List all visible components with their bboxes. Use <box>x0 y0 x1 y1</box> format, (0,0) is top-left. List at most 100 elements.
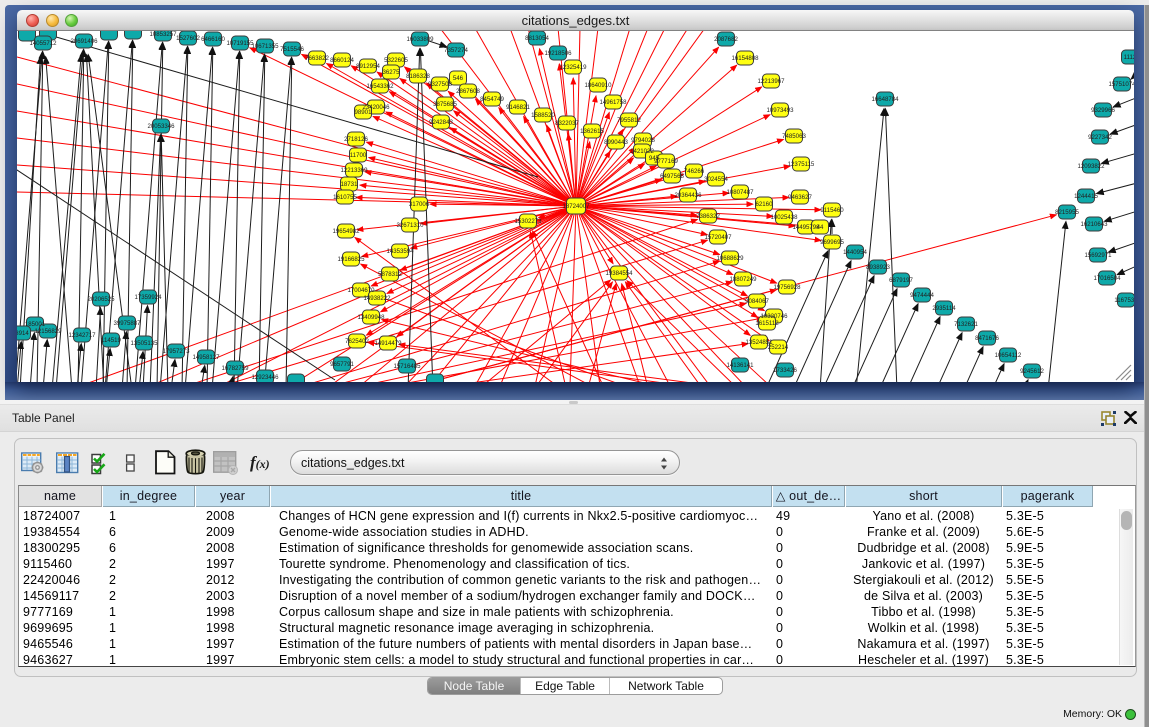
svg-text:1167535: 1167535 <box>1114 297 1134 304</box>
svg-text:9115460: 9115460 <box>820 207 844 214</box>
svg-text:62160: 62160 <box>756 201 774 208</box>
svg-text:12923446: 12923446 <box>251 374 279 381</box>
svg-text:252214: 252214 <box>768 344 789 351</box>
svg-text:8454749: 8454749 <box>480 96 504 103</box>
svg-text:12213967: 12213967 <box>757 78 785 85</box>
svg-text:12093822: 12093822 <box>1077 163 1105 170</box>
svg-text:114519: 114519 <box>101 337 121 344</box>
svg-text:36275: 36275 <box>383 69 401 76</box>
svg-text:20691406: 20691406 <box>70 38 98 45</box>
svg-text:1112: 1112 <box>1124 54 1134 61</box>
svg-text:12325419: 12325419 <box>559 64 587 71</box>
svg-text:10320746: 10320746 <box>760 313 788 320</box>
svg-text:7625402: 7625402 <box>345 338 369 345</box>
svg-text:17359924: 17359924 <box>134 294 162 301</box>
svg-text:10025438: 10025438 <box>770 214 798 221</box>
svg-text:9474444: 9474444 <box>910 292 934 299</box>
svg-text:20206525: 20206525 <box>87 296 115 303</box>
svg-text:185001: 185001 <box>25 321 46 328</box>
svg-text:546: 546 <box>453 75 464 82</box>
svg-text:10654112: 10654112 <box>995 352 1022 359</box>
svg-text:7357274: 7357274 <box>444 47 468 54</box>
svg-text:2935114: 2935114 <box>932 305 956 312</box>
svg-text:8660124: 8660124 <box>330 57 354 64</box>
svg-text:32671310: 32671310 <box>396 222 424 229</box>
svg-text:12213369: 12213369 <box>340 167 368 174</box>
svg-text:16154808: 16154808 <box>731 55 759 62</box>
svg-text:16543362: 16543362 <box>366 83 394 90</box>
svg-text:12342717: 12342717 <box>68 332 96 339</box>
svg-text:2718126: 2718126 <box>344 136 368 143</box>
svg-text:20364436: 20364436 <box>674 192 702 199</box>
svg-text:8215955: 8215955 <box>1055 209 1079 216</box>
svg-text:3914: 3914 <box>17 330 29 337</box>
svg-text:8813054: 8813054 <box>525 35 549 42</box>
svg-text:7663822: 7663822 <box>305 55 329 62</box>
svg-text:15302273: 15302273 <box>514 218 542 225</box>
svg-text:10671355: 10671355 <box>251 43 279 50</box>
svg-text:8912954: 8912954 <box>356 63 380 70</box>
svg-text:20053346: 20053346 <box>147 123 175 130</box>
svg-text:10807487: 10807487 <box>726 189 754 196</box>
svg-text:98901: 98901 <box>355 109 373 116</box>
svg-text:1615112: 1615112 <box>755 320 779 327</box>
svg-text:19756928: 19756928 <box>773 284 801 291</box>
svg-text:9227342: 9227342 <box>1088 134 1112 141</box>
svg-text:9777169: 9777169 <box>654 158 678 165</box>
svg-text:12375115: 12375115 <box>788 161 815 168</box>
svg-text:7386322: 7386322 <box>696 213 720 220</box>
svg-text:1362615: 1362615 <box>580 128 604 135</box>
svg-text:18724007: 18724007 <box>562 203 590 210</box>
svg-text:17016504: 17016504 <box>1093 275 1121 282</box>
svg-text:17957273: 17957273 <box>162 348 190 355</box>
svg-text:19218506: 19218506 <box>544 50 572 57</box>
svg-text:14958127: 14958127 <box>192 354 220 361</box>
svg-text:15692971: 15692971 <box>1084 252 1112 259</box>
svg-text:9657791: 9657791 <box>330 361 354 368</box>
svg-text:5322605: 5322605 <box>384 57 408 64</box>
svg-text:16782759: 16782759 <box>221 365 249 372</box>
svg-text:2087682: 2087682 <box>714 36 738 43</box>
svg-text:3875685: 3875685 <box>433 101 457 108</box>
svg-text:14938222: 14938222 <box>363 295 391 302</box>
svg-text:9146821: 9146821 <box>506 104 530 111</box>
svg-text:1733426: 1733426 <box>773 367 797 374</box>
svg-text:2867608: 2867608 <box>456 88 480 95</box>
svg-text:1244415: 1244415 <box>1074 193 1098 200</box>
svg-text:12156829: 12156829 <box>34 328 62 335</box>
svg-text:13505135: 13505135 <box>130 340 158 347</box>
svg-text:8471676: 8471676 <box>975 335 999 342</box>
svg-text:9699695: 9699695 <box>820 239 844 246</box>
svg-text:19654982: 19654982 <box>332 228 360 235</box>
svg-text:5878312: 5878312 <box>378 271 402 278</box>
svg-text:18807249: 18807249 <box>729 276 757 283</box>
svg-text:19166825: 19166825 <box>337 256 365 263</box>
svg-text:6497568: 6497568 <box>660 173 684 180</box>
svg-text:17004670: 17004670 <box>347 287 375 294</box>
svg-text:11700: 11700 <box>350 152 367 159</box>
svg-text:14961758: 14961758 <box>599 99 627 106</box>
svg-text:10853257: 10853257 <box>149 31 177 38</box>
svg-text:16648784: 16648784 <box>871 96 899 103</box>
svg-text:16033809: 16033809 <box>406 36 434 43</box>
svg-text:6879197: 6879197 <box>889 277 913 284</box>
svg-text:19384554: 19384554 <box>605 270 633 277</box>
svg-text:7955812: 7955812 <box>617 117 641 124</box>
svg-text:746266: 746266 <box>684 168 705 175</box>
svg-text:1527602: 1527602 <box>176 35 200 42</box>
svg-text:18731: 18731 <box>341 181 359 188</box>
svg-text:3024554: 3024554 <box>704 176 728 183</box>
svg-text:8322037: 8322037 <box>555 120 579 127</box>
svg-text:10688629: 10688629 <box>716 255 744 262</box>
svg-text:1421022: 1421022 <box>630 148 654 155</box>
svg-text:8990443: 8990443 <box>604 139 628 146</box>
svg-text:39975887: 39975887 <box>113 320 141 327</box>
svg-text:7485063: 7485063 <box>782 133 806 140</box>
svg-text:9329966: 9329966 <box>1091 107 1115 114</box>
svg-text:15720407: 15720407 <box>704 234 732 241</box>
svg-text:14914479: 14914479 <box>374 340 402 347</box>
svg-text:44: 44 <box>817 224 824 231</box>
svg-text:1610755: 1610755 <box>333 194 357 201</box>
svg-text:7132621: 7132621 <box>954 321 978 328</box>
svg-text:10973493: 10973493 <box>766 107 794 114</box>
